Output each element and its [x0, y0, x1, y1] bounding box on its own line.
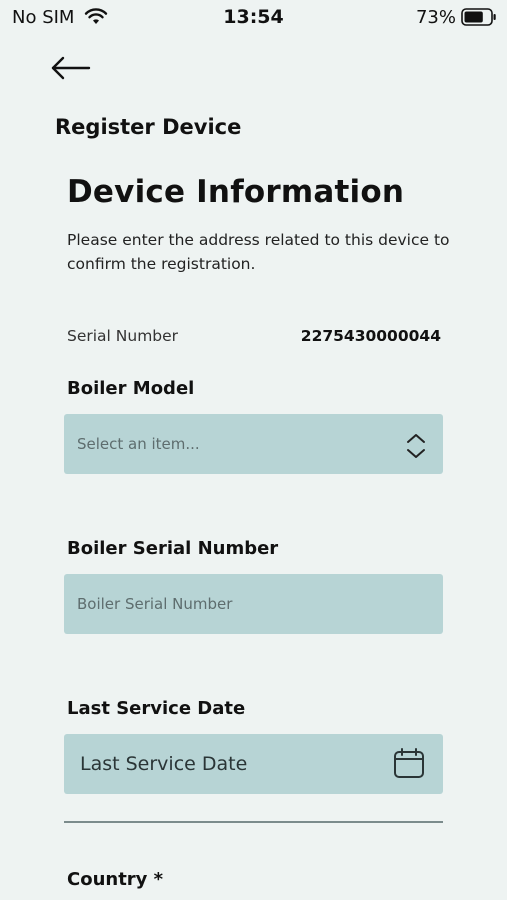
serial-number-label: Serial Number: [67, 327, 179, 345]
intro-text: Please enter the address related to this…: [67, 231, 450, 273]
last-service-date-label: Last Service Date: [67, 698, 246, 719]
boiler-serial-label: Boiler Serial Number: [67, 538, 279, 559]
country-label: Country *: [67, 869, 164, 890]
status-bar: No SIM 13:54 73%: [0, 0, 507, 36]
boiler-model-placeholder: Select an item...: [77, 435, 200, 453]
boiler-model-select[interactable]: Select an item...: [64, 414, 443, 474]
section-title: Device Information: [67, 174, 405, 210]
back-button[interactable]: [46, 50, 96, 86]
boiler-model-label: Boiler Model: [67, 378, 195, 399]
chevron-up-down-icon: [407, 434, 425, 458]
boiler-serial-field[interactable]: Boiler Serial Number: [64, 574, 443, 634]
last-service-date-field[interactable]: Last Service Date: [64, 734, 443, 794]
battery-icon: [461, 8, 496, 26]
battery-percent: 73%: [415, 7, 456, 28]
last-service-date-placeholder: Last Service Date: [80, 753, 248, 775]
divider: [64, 821, 443, 823]
serial-number-value: 2275430000044: [300, 327, 441, 345]
boiler-serial-placeholder: Boiler Serial Number: [77, 595, 233, 613]
page-title: Register Device: [55, 115, 242, 139]
calendar-icon[interactable]: [393, 747, 425, 779]
arrow-left-icon: [51, 56, 91, 80]
